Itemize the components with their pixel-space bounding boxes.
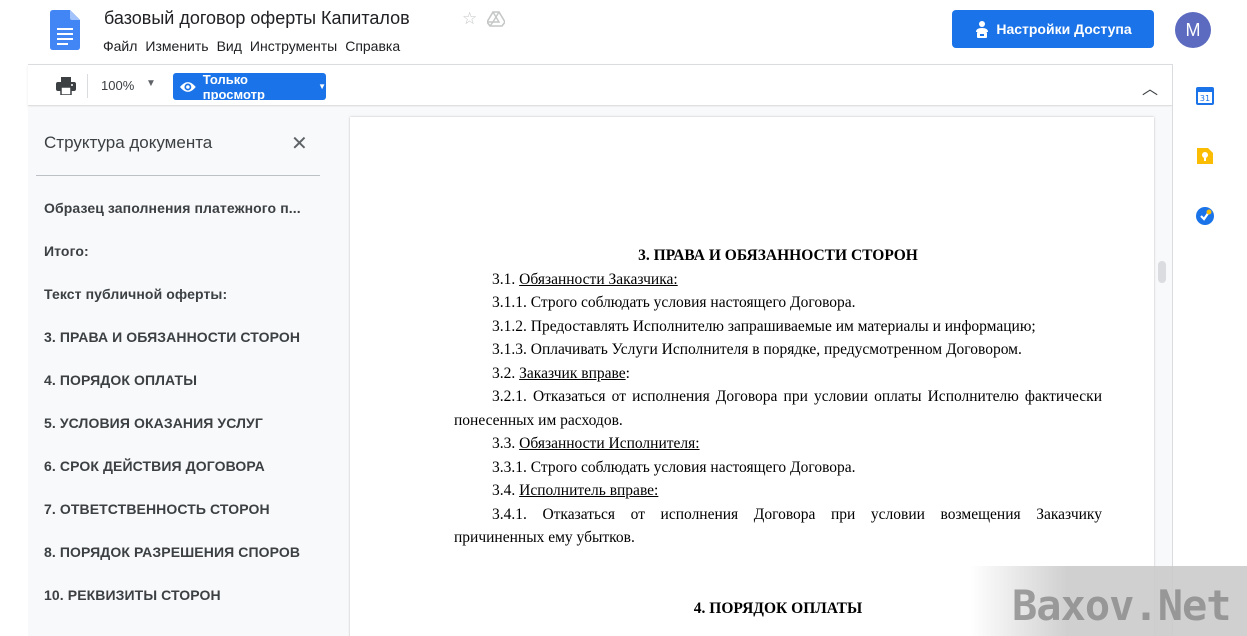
svg-text:31: 31 xyxy=(1200,94,1210,103)
paragraph: 3.1.1. Строго соблюдать условия настояще… xyxy=(492,294,856,311)
outline-item[interactable]: Итого: xyxy=(44,243,89,259)
view-mode-button[interactable]: Только просмотр ▼ xyxy=(173,71,326,102)
person-lock-icon xyxy=(976,21,989,38)
scrollbar-thumb[interactable] xyxy=(1158,261,1166,283)
paragraph: 3.2.1. Отказаться от исполнения Договора… xyxy=(454,388,1102,429)
document-canvas[interactable]: 3. ПРАВА И ОБЯЗАННОСТИ СТОРОН 3.1. Обяза… xyxy=(348,107,1172,636)
share-button-label: Настройки Доступа xyxy=(996,21,1132,37)
avatar[interactable]: M xyxy=(1175,12,1211,48)
close-icon[interactable]: ✕ xyxy=(291,131,308,156)
outline-divider xyxy=(36,175,320,176)
view-mode-caret-icon: ▼ xyxy=(318,82,326,91)
outline-item[interactable]: 6. СРОК ДЕЙСТВИЯ ДОГОВОРА xyxy=(44,458,265,474)
document-title[interactable]: базовый договор оферты Капиталов xyxy=(104,8,410,29)
docs-logo-icon[interactable] xyxy=(50,10,80,50)
paragraph: 3.4.1. Отказаться от исполнения Договора… xyxy=(454,505,1102,547)
outline-item[interactable]: 3. ПРАВА И ОБЯЗАННОСТИ СТОРОН xyxy=(44,329,300,345)
paragraph: 3.1.3. Оплачивать Услуги Исполнителя в п… xyxy=(492,341,1022,358)
keep-icon[interactable] xyxy=(1195,146,1215,166)
outline-item[interactable]: Образец заполнения платежного п... xyxy=(44,200,301,216)
chevron-down-icon[interactable]: ▼ xyxy=(146,78,156,89)
view-mode-label: Только просмотр xyxy=(202,71,265,102)
side-panel: 31 xyxy=(1172,64,1247,636)
drive-icon[interactable] xyxy=(487,11,506,27)
outline-item[interactable]: 7. ОТВЕТСТВЕННОСТЬ СТОРОН xyxy=(44,501,270,517)
share-button[interactable]: Настройки Доступа xyxy=(952,10,1154,48)
document-page[interactable]: 3. ПРАВА И ОБЯЗАННОСТИ СТОРОН 3.1. Обяза… xyxy=(350,117,1154,636)
toolbar: 100% ▼ Только просмотр ▼ ︿ xyxy=(28,64,1172,106)
watermark: Baxov.Net xyxy=(1012,581,1232,630)
app-header: базовый договор оферты Капиталов ☆ Файл … xyxy=(0,0,1247,64)
outline-item[interactable]: 5. УСЛОВИЯ ОКАЗАНИЯ УСЛУГ xyxy=(44,415,263,431)
title-icons: ☆ xyxy=(462,9,506,29)
eye-icon xyxy=(179,81,196,92)
print-icon[interactable] xyxy=(56,77,76,95)
section-heading: 3. ПРАВА И ОБЯЗАННОСТИ СТОРОН xyxy=(638,247,918,264)
calendar-icon[interactable]: 31 xyxy=(1195,86,1215,106)
document-body: 3. ПРАВА И ОБЯЗАННОСТИ СТОРОН 3.1. Обяза… xyxy=(454,244,1102,620)
paragraph: 3.3. Обязанности Исполнителя: xyxy=(492,435,700,452)
paragraph: 3.1. Обязанности Заказчика: xyxy=(492,270,678,288)
paragraph: 3.4. Исполнитель вправе: xyxy=(492,482,659,499)
outline-item[interactable]: Текст публичной оферты: xyxy=(44,286,227,302)
menu-edit[interactable]: Изменить xyxy=(145,38,215,54)
menu-help[interactable]: Справка xyxy=(345,38,407,54)
toolbar-divider xyxy=(87,74,88,98)
outline-title: Структура документа xyxy=(44,133,213,152)
outline-item[interactable]: 10. РЕКВИЗИТЫ СТОРОН xyxy=(44,587,221,603)
menu-view[interactable]: Вид xyxy=(217,38,249,54)
zoom-select[interactable]: 100% xyxy=(101,78,134,93)
menu-tools[interactable]: Инструменты xyxy=(250,38,344,54)
tasks-icon[interactable] xyxy=(1195,206,1215,226)
document-outline: Структура документа ✕ Образец заполнения… xyxy=(28,107,348,636)
outline-item[interactable]: 8. ПОРЯДОК РАЗРЕШЕНИЯ СПОРОВ xyxy=(44,544,300,560)
paragraph: 3.2. Заказчик вправе: xyxy=(492,364,630,382)
menu-file[interactable]: Файл xyxy=(103,38,144,54)
menu-bar: Файл Изменить Вид Инструменты Справка xyxy=(103,38,408,54)
star-icon[interactable]: ☆ xyxy=(462,9,477,29)
collapse-menus-icon[interactable]: ︿ xyxy=(1142,75,1158,99)
outline-item[interactable]: 4. ПОРЯДОК ОПЛАТЫ xyxy=(44,372,197,388)
paragraph: 3.3.1. Строго соблюдать условия настояще… xyxy=(492,458,856,476)
paragraph: 3.1.2. Предоставлять Исполнителю запраши… xyxy=(492,317,1036,335)
